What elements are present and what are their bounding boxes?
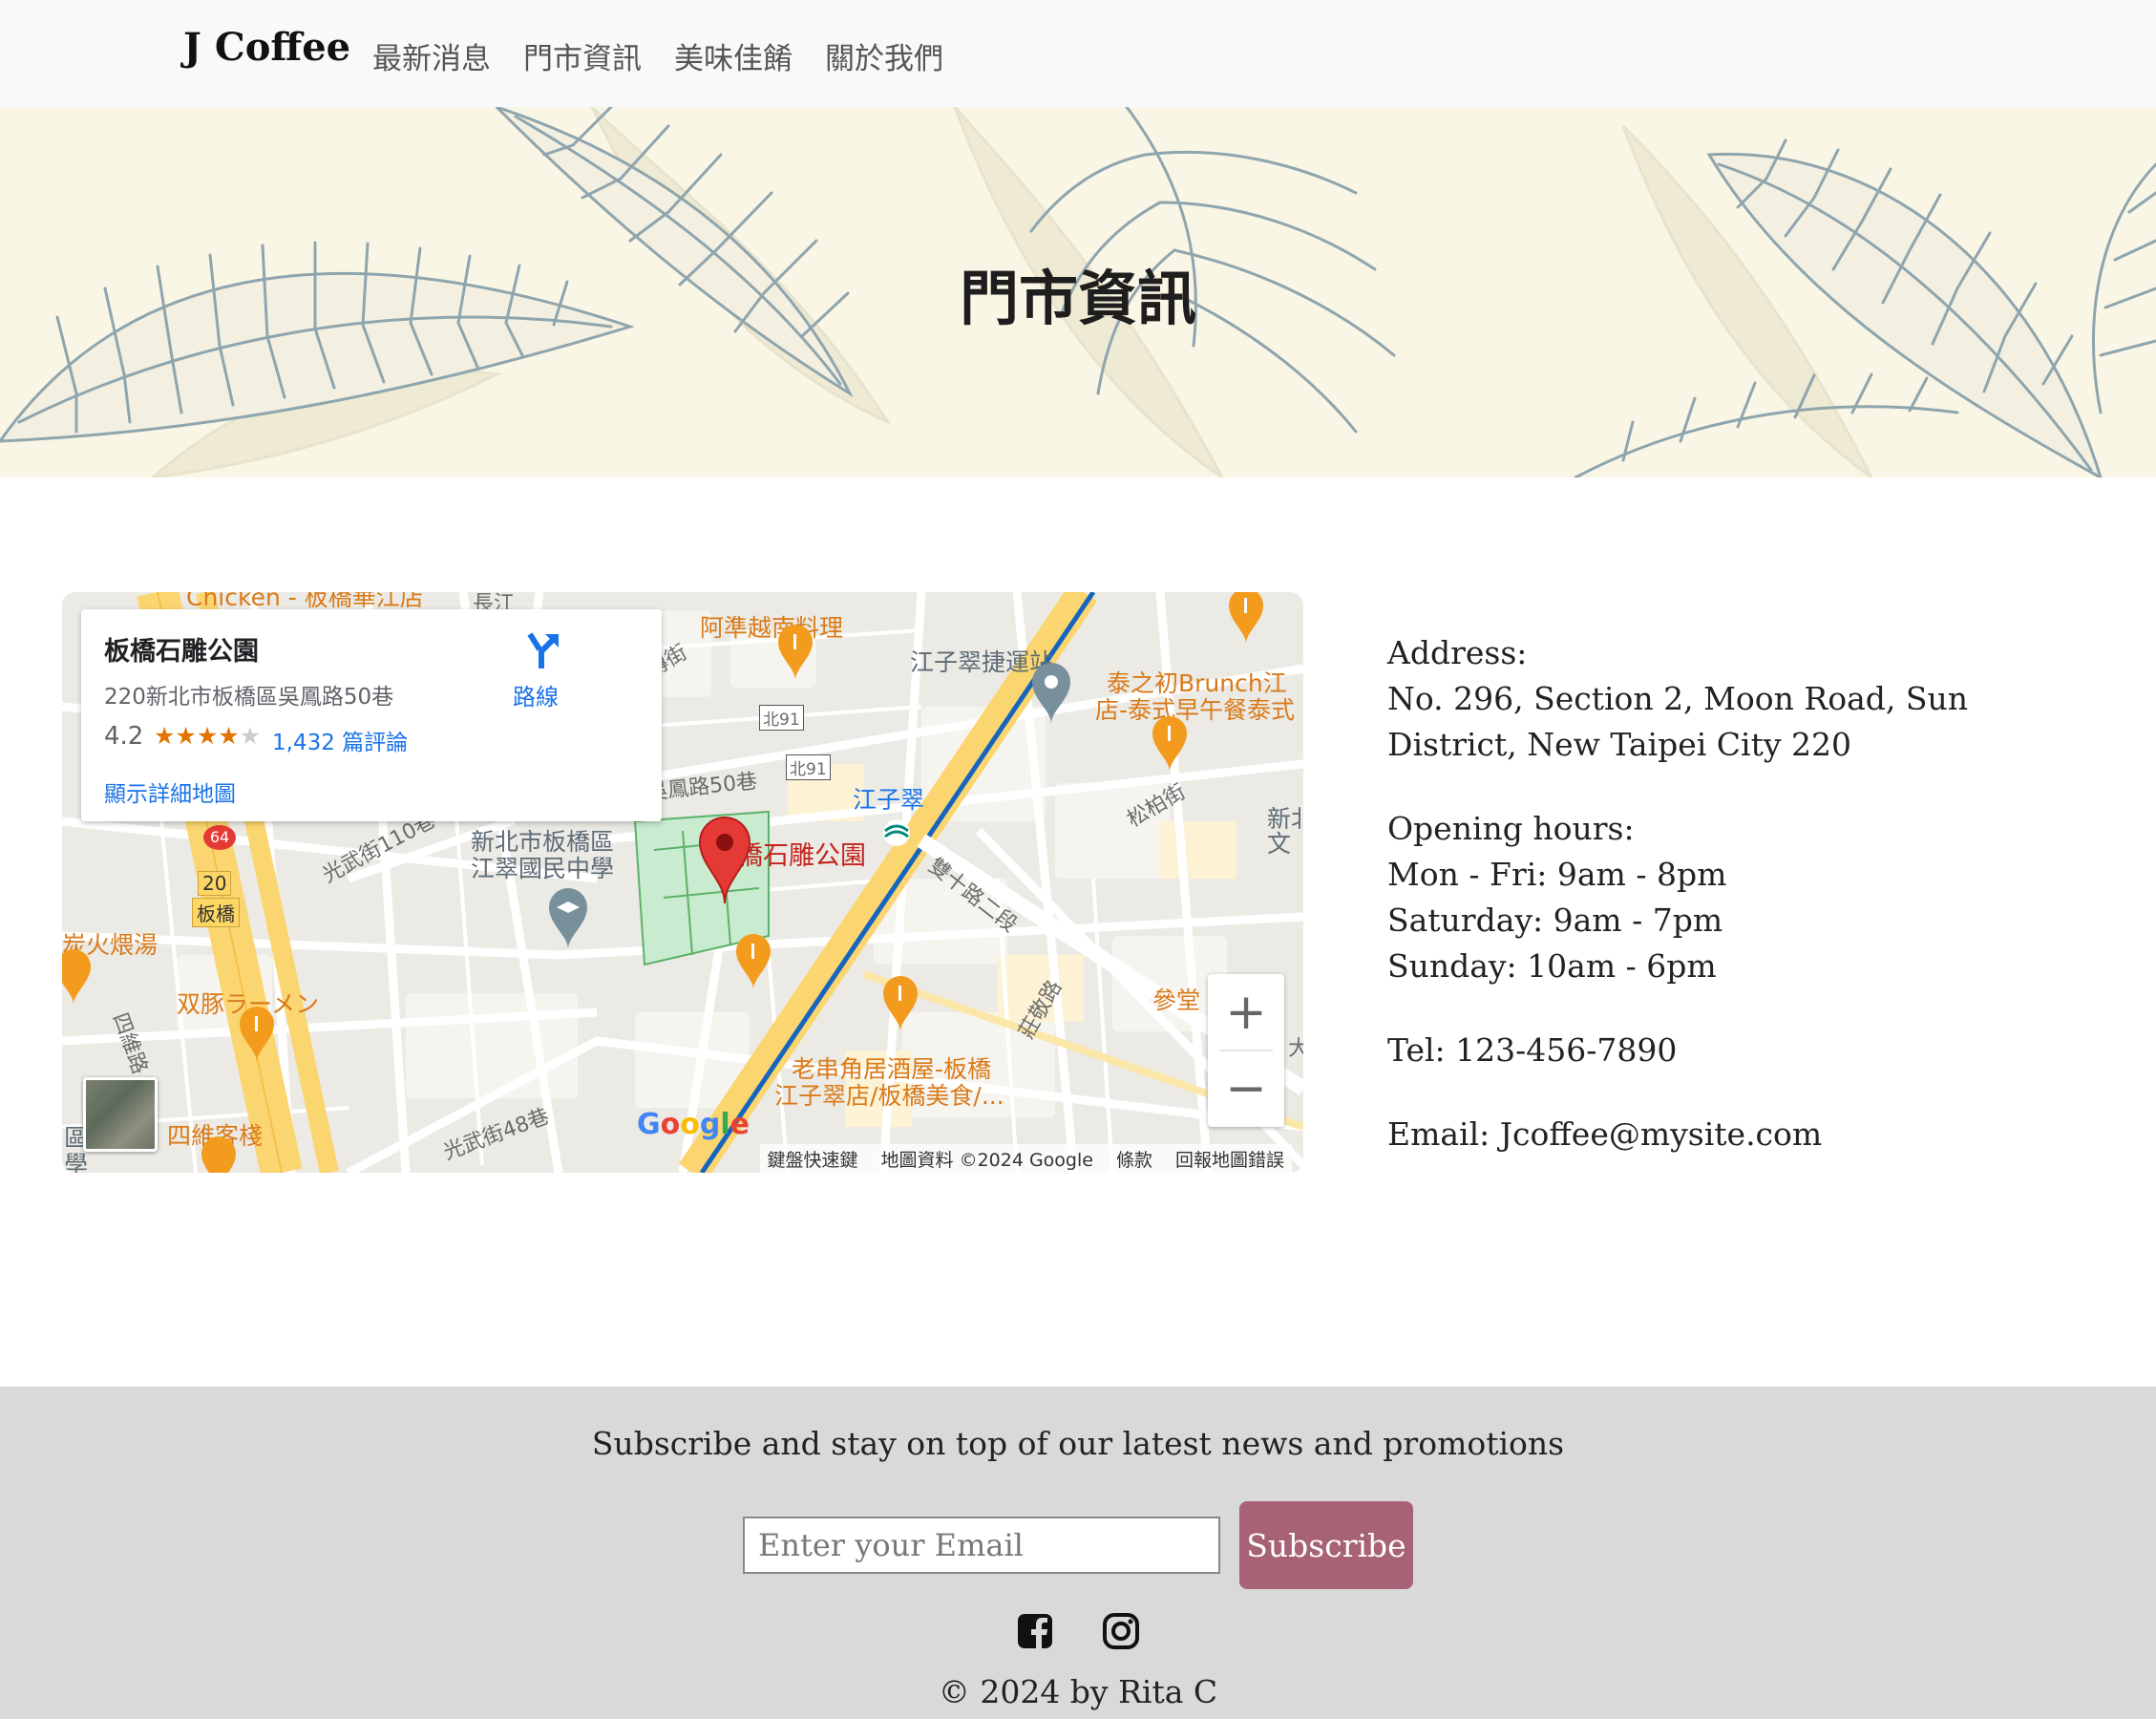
location-pin-icon: [698, 817, 751, 904]
tel-block: Tel: 123-456-7890: [1387, 1028, 2094, 1073]
store-info: Address: No. 296, Section 2, Moon Road, …: [1387, 630, 2094, 1196]
instagram-icon[interactable]: [1102, 1612, 1140, 1650]
copyright: © 2024 by Rita C: [938, 1673, 1218, 1710]
school-marker-icon: [549, 888, 587, 949]
nav-links: 最新消息 門市資訊 美味佳餚 關於我們: [372, 34, 943, 77]
nav-link-stores[interactable]: 門市資訊: [523, 34, 642, 77]
zoom-in-button[interactable]: +: [1208, 974, 1284, 1050]
map-data-credit: 地圖資料 ©2024 Google: [880, 1150, 1093, 1171]
google-logo-o2: o: [680, 1108, 700, 1141]
google-logo-o1: o: [660, 1108, 681, 1141]
larger-map-link[interactable]: 顯示詳細地圖: [104, 775, 236, 808]
hours-label: Opening hours:: [1387, 810, 1635, 847]
map-embed[interactable]: Chicken - 板橋華江店 長江 阿準越南料理 銘傳街 江子翠捷運站 泰之初…: [62, 592, 1303, 1173]
page-title: 門市資訊: [959, 264, 1196, 333]
address-block: Address: No. 296, Section 2, Moon Road, …: [1387, 630, 2094, 768]
hours-weekday: Mon - Fri: 9am - 8pm: [1387, 856, 1727, 893]
hero-banner: 門市資訊: [0, 107, 2156, 478]
navbar: J Coffee 最新消息 門市資訊 美味佳餚 關於我們: [0, 0, 2156, 107]
footer: Subscribe and stay on top of our latest …: [0, 1387, 2156, 1719]
google-logo-g: G: [637, 1108, 661, 1141]
terms-link[interactable]: 條款: [1116, 1146, 1152, 1171]
zoom-controls: + −: [1208, 974, 1284, 1127]
hours-saturday: Saturday: 9am - 7pm: [1387, 902, 1723, 939]
facebook-icon[interactable]: [1016, 1612, 1054, 1650]
place-rating: 4.2: [104, 722, 144, 751]
subscribe-text: Subscribe and stay on top of our latest …: [591, 1425, 1565, 1462]
google-logo-l: l: [720, 1108, 730, 1141]
google-logo: Google: [637, 1108, 750, 1141]
hours-block: Opening hours: Mon - Fri: 9am - 8pm Satu…: [1387, 806, 2094, 989]
zoom-out-button[interactable]: −: [1208, 1050, 1284, 1127]
star-empty: ★: [239, 722, 262, 750]
subscribe-button[interactable]: Subscribe: [1239, 1501, 1413, 1589]
address-value: No. 296, Section 2, Moon Road, Sun Distr…: [1387, 680, 1969, 763]
keyboard-shortcuts-link[interactable]: 鍵盤快速鍵: [768, 1146, 858, 1171]
station-marker-icon: [1032, 663, 1070, 724]
nav-link-news[interactable]: 最新消息: [372, 34, 491, 77]
tel-value: Tel: 123-456-7890: [1387, 1031, 1678, 1069]
brand-logo[interactable]: J Coffee: [183, 25, 350, 70]
directions-icon[interactable]: [520, 628, 562, 670]
nav-link-menu[interactable]: 美味佳餚: [674, 34, 793, 77]
satellite-view-toggle[interactable]: [83, 1077, 158, 1152]
stars-filled: ★★★★: [154, 722, 240, 750]
star-rating-icon: ★★★★★: [154, 722, 261, 750]
place-address: 220新北市板橋區吳鳳路50巷: [104, 685, 394, 710]
map-attribution: 鍵盤快速鍵 地圖資料 ©2024 Google 條款 回報地圖錯誤: [759, 1144, 1292, 1173]
google-logo-g2: g: [699, 1108, 721, 1141]
email-value: Email: Jcoffee@mysite.com: [1387, 1115, 1823, 1153]
directions-link[interactable]: 路線: [513, 678, 559, 711]
reviews-link[interactable]: 1,432 篇評論: [272, 724, 408, 756]
place-info-card: 板橋石雕公園 220新北市板橋區吳鳳路50巷 4.2 ★★★★★ 1,432 篇…: [81, 609, 662, 821]
place-title: 板橋石雕公園: [104, 637, 259, 667]
hours-sunday: Sunday: 10am - 6pm: [1387, 947, 1717, 985]
email-input[interactable]: [743, 1517, 1220, 1574]
nav-link-about[interactable]: 關於我們: [825, 34, 943, 77]
address-label: Address:: [1387, 634, 1528, 671]
email-block: Email: Jcoffee@mysite.com: [1387, 1112, 2094, 1157]
google-logo-e: e: [729, 1108, 750, 1141]
report-error-link[interactable]: 回報地圖錯誤: [1175, 1146, 1284, 1171]
